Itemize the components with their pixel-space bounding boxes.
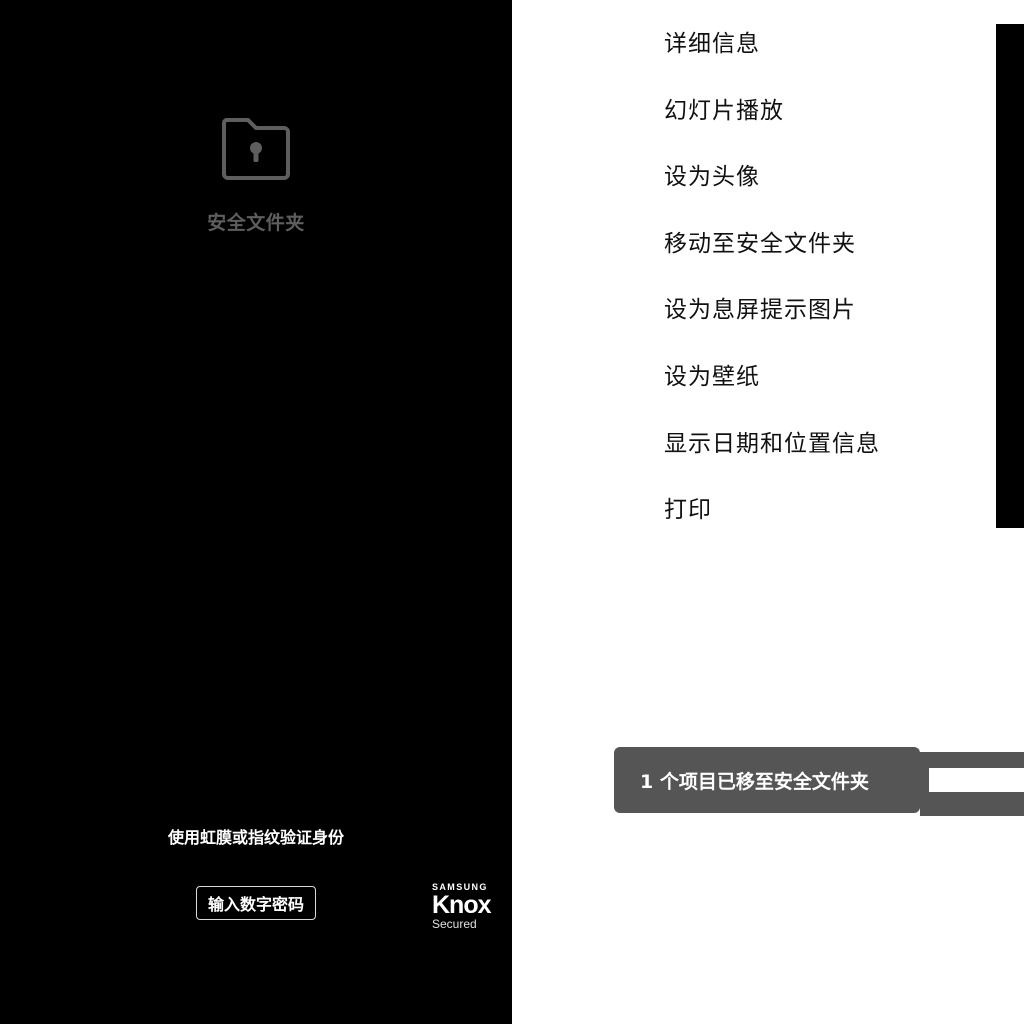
knox-logo-tagline: Secured (432, 917, 477, 931)
toast-shadow-gap (929, 768, 1024, 792)
menu-item-set-as-profile[interactable]: 设为头像 (664, 144, 880, 211)
menu-item-set-as-wallpaper[interactable]: 设为壁纸 (664, 344, 880, 411)
menu-item-details[interactable]: 详细信息 (664, 11, 880, 78)
toast-message: 1 个项目已移至安全文件夹 (640, 770, 869, 793)
secure-folder-title: 安全文件夹 (207, 212, 305, 234)
menu-item-move-to-secure-folder[interactable]: 移动至安全文件夹 (664, 211, 880, 278)
overflow-menu: 详细信息 幻灯片播放 设为头像 移动至安全文件夹 设为息屏提示图片 设为壁纸 显… (664, 11, 880, 544)
menu-item-set-as-aod-image[interactable]: 设为息屏提示图片 (664, 277, 880, 344)
menu-scrollbar[interactable] (996, 24, 1024, 528)
knox-logo-name: Knox (432, 891, 492, 919)
menu-item-print[interactable]: 打印 (664, 477, 880, 544)
toast-notification: 1 个项目已移至安全文件夹 (614, 747, 920, 813)
secure-folder-lock-screen: 安全文件夹 使用虹膜或指纹验证身份 输入数字密码 SAMSUNG Knox Se… (0, 0, 512, 1024)
menu-item-slideshow[interactable]: 幻灯片播放 (664, 78, 880, 145)
folder-lock-icon (221, 118, 290, 180)
menu-item-show-date-location[interactable]: 显示日期和位置信息 (664, 411, 880, 478)
samsung-knox-logo: SAMSUNG Knox Secured (432, 882, 502, 931)
enter-pin-button[interactable]: 输入数字密码 (196, 886, 316, 920)
biometric-verify-prompt: 使用虹膜或指纹验证身份 (167, 828, 344, 847)
